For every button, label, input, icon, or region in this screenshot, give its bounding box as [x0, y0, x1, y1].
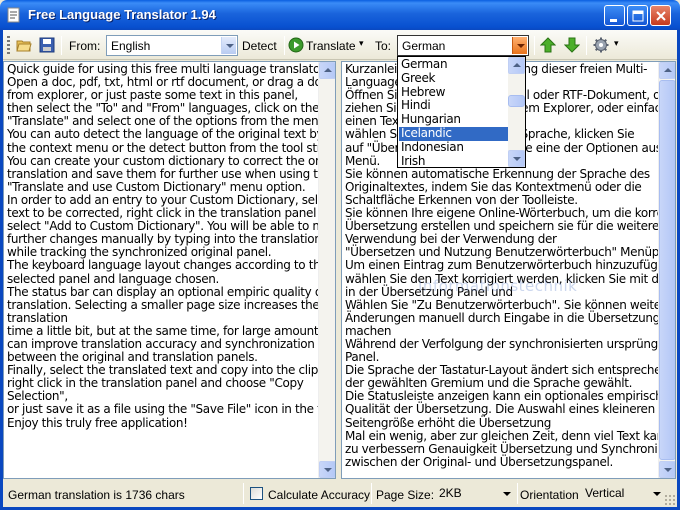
text-line: Sie können automatische Erkennung der Sp…: [345, 166, 650, 181]
toolbar-grip[interactable]: [7, 36, 10, 54]
dropdown-option[interactable]: Hindi: [399, 99, 509, 113]
toolbar-separator: [534, 36, 535, 55]
maximize-icon: [632, 10, 644, 22]
arrow-down-icon[interactable]: [564, 37, 580, 53]
watermark: Informationstechnik: [418, 277, 578, 295]
arrow-up-icon[interactable]: [540, 37, 556, 53]
text-line: Enjoy this truly free application!: [7, 415, 188, 430]
close-icon: [656, 11, 666, 21]
source-text-panel[interactable]: Quick guide for using this free multi la…: [3, 61, 336, 479]
save-icon[interactable]: [39, 37, 55, 53]
text-line: Um einen Eintrag zum Benutzerwörterbuch …: [345, 258, 676, 273]
source-scrollbar[interactable]: [318, 62, 335, 478]
text-line: The keyboard language layout changes acc…: [7, 258, 328, 273]
scroll-down-button[interactable]: [659, 461, 675, 478]
from-language-select[interactable]: English: [106, 35, 238, 56]
dropdown-option[interactable]: German: [399, 57, 509, 72]
text-line: Während der Verfolgung der synchronisier…: [345, 336, 676, 351]
scroll-down-button[interactable]: [508, 150, 525, 167]
status-bar: German translation is 1736 chars Calcula…: [3, 480, 677, 507]
source-text[interactable]: Quick guide for using this free multi la…: [7, 62, 336, 430]
text-line: machen: [345, 323, 392, 338]
statusbar-separator: [517, 483, 518, 504]
play-icon[interactable]: [288, 37, 304, 53]
dropdown-option[interactable]: Hebrew: [399, 85, 509, 100]
text-line: The status bar can display an optional e…: [7, 284, 326, 299]
window-title: Free Language Translator 1.94: [28, 7, 216, 22]
page-size-select[interactable]: 2KB: [435, 484, 515, 503]
dropdown-option[interactable]: Hungarian: [399, 112, 509, 127]
page-size-label: Page Size:: [376, 488, 435, 502]
page-size-value: 2KB: [439, 486, 462, 500]
dropdown-option[interactable]: Indonesian: [399, 140, 509, 155]
text-line: You can create your custom dictionary to…: [7, 153, 336, 168]
to-language-value: German: [402, 39, 446, 53]
to-language-select[interactable]: German: [397, 35, 529, 56]
dropdown-option[interactable]: Greek: [399, 71, 509, 86]
app-icon: [7, 7, 20, 23]
from-label: From:: [69, 39, 101, 53]
statusbar-separator: [371, 483, 372, 504]
text-line: Seitengröße erhöht die Übersetzung: [345, 415, 552, 430]
orientation-select[interactable]: Vertical: [581, 484, 665, 503]
settings-dropdown-icon[interactable]: ▾: [614, 38, 619, 49]
title-bar[interactable]: Free Language Translator 1.94: [0, 0, 680, 30]
scroll-up-button[interactable]: [508, 57, 525, 74]
close-button[interactable]: [650, 5, 671, 26]
maximize-button[interactable]: [627, 5, 648, 26]
dropdown-option[interactable]: Icelandic: [399, 126, 509, 141]
text-line: You can auto detect the language of the …: [7, 127, 336, 142]
toolbar-separator: [61, 36, 62, 55]
calculate-accuracy-checkbox[interactable]: [250, 487, 263, 500]
gear-icon[interactable]: [593, 37, 609, 53]
to-label: To:: [375, 39, 392, 53]
resize-grip[interactable]: [664, 494, 676, 506]
orientation-value: Vertical: [585, 486, 625, 500]
text-line: "Translate and use Custom Dictionary" me…: [7, 179, 306, 194]
minimize-button[interactable]: [604, 5, 625, 26]
detect-button[interactable]: Detect: [242, 39, 277, 53]
scroll-up-button[interactable]: [659, 62, 675, 79]
text-line: Originaltextes, indem Sie das Kontextmen…: [345, 179, 642, 194]
open-folder-icon[interactable]: [16, 37, 32, 53]
text-line: the context menu or the detect button fr…: [7, 140, 335, 155]
orientation-label: Orientation: [520, 488, 579, 502]
text-line: zwischen der Original- und Übersetzungsp…: [345, 454, 613, 469]
text-line: translation: [7, 310, 68, 325]
translate-button[interactable]: Translate: [306, 39, 356, 53]
chevron-down-icon[interactable]: [221, 37, 236, 54]
toolbar: From: English Detect Translate ▾ To: Ger…: [3, 30, 677, 60]
calculate-accuracy-label[interactable]: Calculate Accuracy: [268, 488, 370, 502]
scroll-down-button[interactable]: [319, 461, 335, 478]
chevron-down-icon[interactable]: [649, 485, 664, 502]
text-line: Qualität der Übersetzung. Die Auswahl ei…: [345, 402, 655, 417]
chevron-down-icon[interactable]: [499, 485, 514, 502]
text-line: translation. Selecting a smaller page si…: [7, 297, 320, 312]
text-line: Änderungen manuell durch Eingabe in die …: [345, 310, 676, 325]
chevron-down-icon[interactable]: [512, 37, 527, 54]
toolbar-separator: [284, 36, 285, 55]
translate-dropdown-icon[interactable]: ▾: [359, 38, 364, 49]
scroll-thumb[interactable]: [508, 95, 525, 107]
minimize-icon: [610, 19, 617, 22]
from-language-value: English: [111, 39, 151, 53]
text-line: zu verbessern Genauigkeit Übersetzung un…: [345, 441, 676, 456]
text-line: translation and save them for further us…: [7, 166, 332, 181]
translation-scrollbar[interactable]: [658, 62, 675, 478]
translation-char-count: German translation is 1736 chars: [8, 488, 185, 502]
scroll-thumb[interactable]: [659, 80, 675, 460]
text-line: time a little bit, but at the same time,…: [7, 323, 335, 338]
scroll-up-button[interactable]: [319, 62, 335, 79]
text-line: or just save it as a file using the "Sav…: [7, 402, 336, 417]
text-line: Wählen Sie "Zu Benutzerwörterbuch". Sie …: [345, 297, 673, 312]
toolbar-separator: [586, 36, 587, 55]
text-line: selected panel and language chosen.: [7, 271, 220, 286]
dropdown-scrollbar[interactable]: [508, 57, 525, 167]
to-language-dropdown-list[interactable]: German Greek Hebrew Hindi Hungarian Icelandic…: [397, 56, 526, 168]
dropdown-option[interactable]: Irish: [399, 154, 509, 167]
text-line: Mal ein wenig, aber zur gleichen Zeit, d…: [345, 428, 676, 443]
statusbar-separator: [243, 483, 244, 504]
